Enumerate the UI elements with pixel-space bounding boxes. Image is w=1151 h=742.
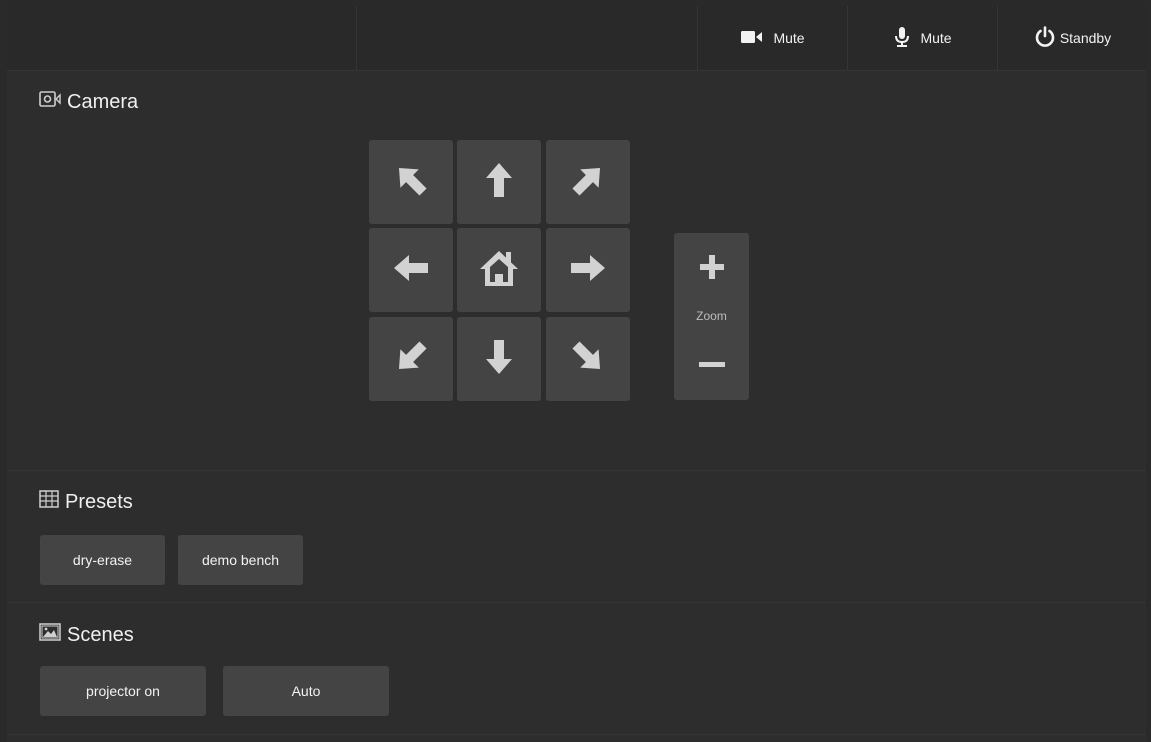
section-divider — [7, 602, 1146, 603]
zoom-in-button[interactable] — [674, 239, 749, 299]
home-button[interactable] — [457, 228, 541, 312]
video-camera-icon — [741, 30, 773, 47]
scenes-title: Scenes — [67, 623, 134, 646]
grid-icon — [39, 490, 65, 514]
standby-label: Standby — [1059, 30, 1112, 46]
pan-down-left-button[interactable] — [369, 317, 453, 401]
app-frame: Mute Mute Standby Camera Zoom Presets dr… — [7, 6, 1146, 742]
pan-left-button[interactable] — [369, 228, 453, 312]
preset-button[interactable]: demo bench — [178, 535, 303, 585]
arrow-right-icon — [568, 248, 608, 293]
arrow-left-icon — [391, 248, 431, 293]
top-bar-divider — [356, 6, 357, 70]
presets-section-title: Presets — [39, 490, 133, 514]
arrow-up-right-icon — [568, 160, 608, 205]
plus-icon — [699, 254, 724, 284]
minus-icon — [698, 355, 725, 373]
tilt-up-button[interactable] — [457, 140, 541, 224]
picture-icon — [39, 623, 67, 647]
standby-button[interactable]: Standby — [997, 6, 1146, 70]
camera-title: Camera — [67, 90, 139, 113]
camera-section-title: Camera — [39, 90, 138, 114]
arrow-up-icon — [479, 160, 519, 205]
arrow-down-right-icon — [568, 337, 608, 382]
zoom-label: Zoom — [696, 309, 727, 323]
scenes-section-title: Scenes — [39, 623, 134, 647]
microphone-icon — [894, 26, 920, 50]
zoom-control: Zoom — [674, 233, 749, 400]
tilt-down-button[interactable] — [457, 317, 541, 401]
section-divider — [7, 470, 1146, 471]
home-icon — [478, 247, 520, 294]
pan-right-button[interactable] — [546, 228, 630, 312]
arrow-up-left-icon — [391, 160, 431, 205]
arrow-down-icon — [479, 337, 519, 382]
pan-up-left-button[interactable] — [369, 140, 453, 224]
arrow-down-left-icon — [391, 337, 431, 382]
pan-up-right-button[interactable] — [546, 140, 630, 224]
mic-mute-button[interactable]: Mute — [847, 6, 998, 70]
scene-button[interactable]: Auto — [223, 666, 389, 716]
camera-settings-icon — [39, 90, 67, 114]
zoom-out-button[interactable] — [674, 334, 749, 394]
camera-mute-label: Mute — [773, 30, 805, 46]
mic-mute-label: Mute — [920, 30, 952, 46]
pan-down-right-button[interactable] — [546, 317, 630, 401]
top-bar: Mute Mute Standby — [7, 6, 1146, 71]
presets-title: Presets — [65, 490, 133, 513]
camera-mute-button[interactable]: Mute — [697, 6, 848, 70]
section-divider — [7, 734, 1146, 735]
preset-button[interactable]: dry-erase — [40, 535, 165, 585]
scene-button[interactable]: projector on — [40, 666, 206, 716]
